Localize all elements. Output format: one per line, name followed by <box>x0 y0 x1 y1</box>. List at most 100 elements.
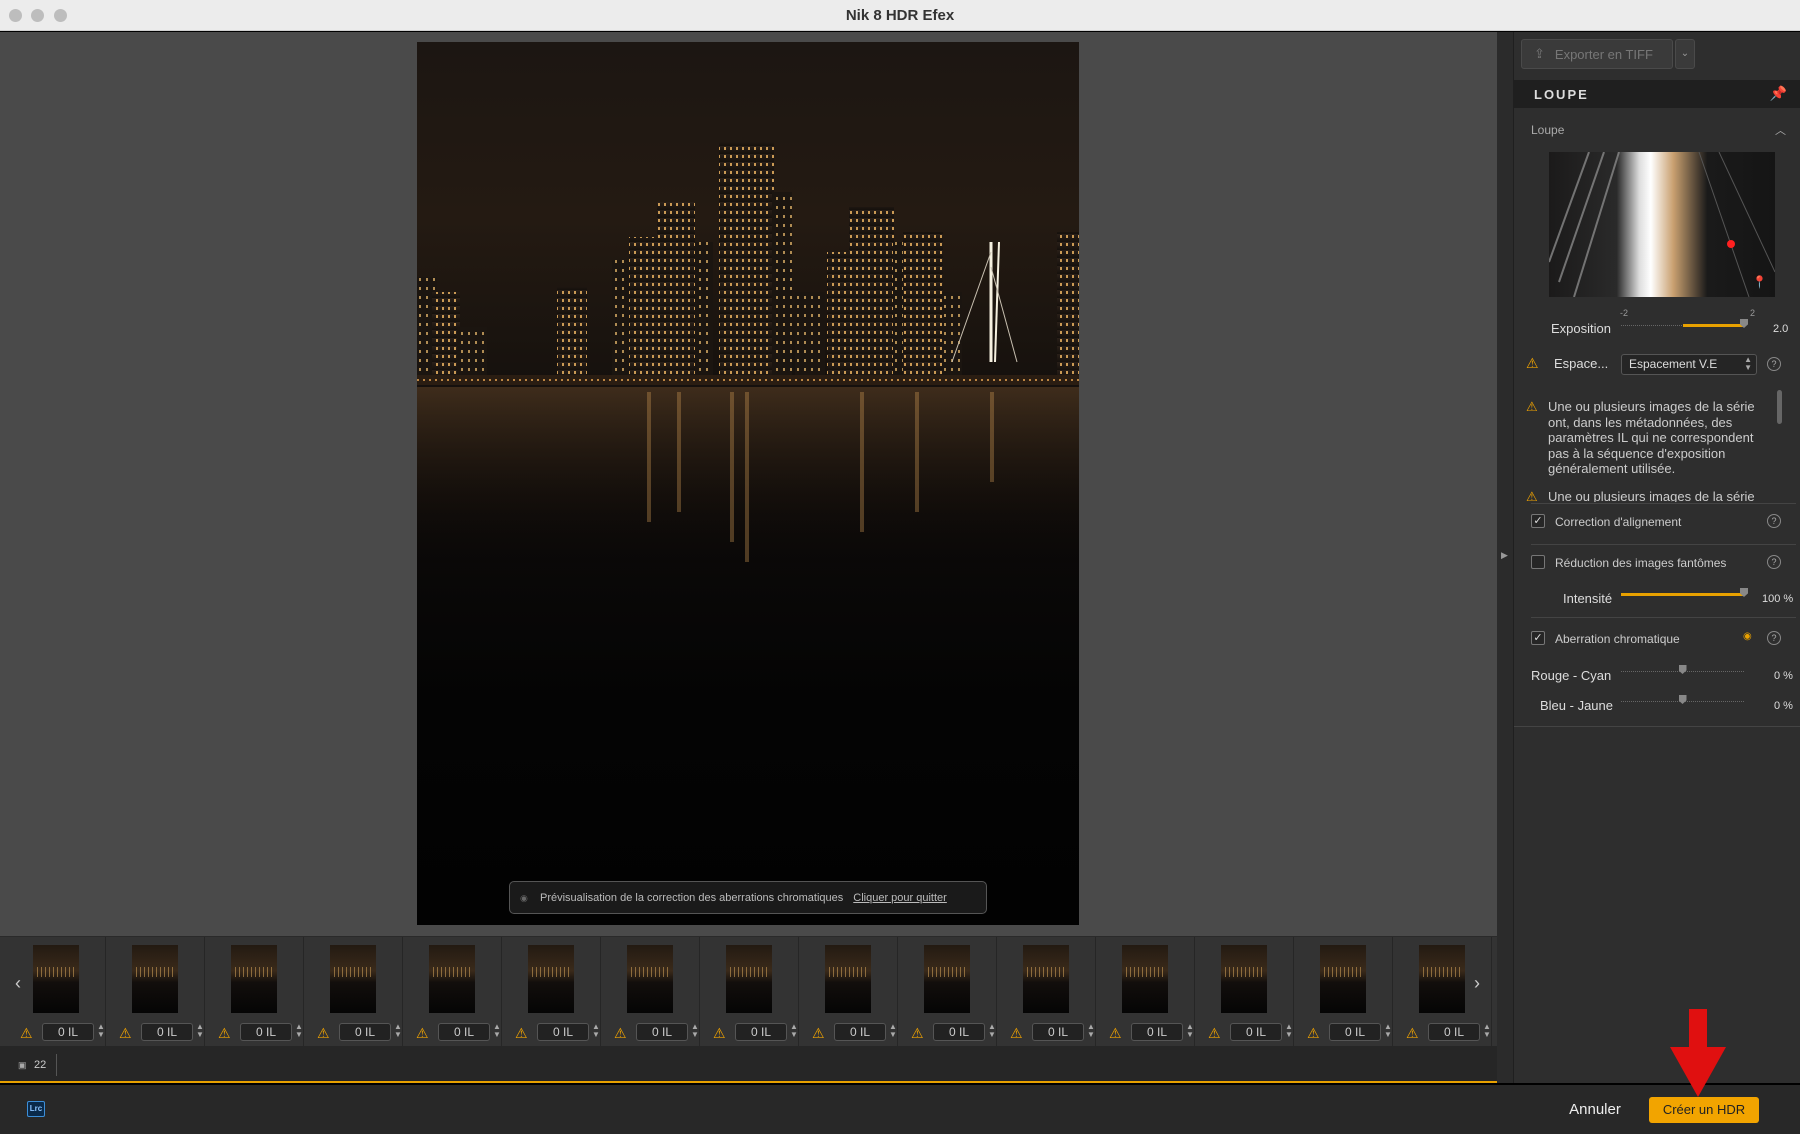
stepper-arrows-icon[interactable]: ▲ ▼ <box>1384 1023 1392 1039</box>
stepper-arrows-icon[interactable]: ▲ ▼ <box>196 1023 204 1039</box>
stepper-arrows-icon[interactable]: ▲ ▼ <box>493 1023 501 1039</box>
frame-thumbnail[interactable] <box>330 945 376 1013</box>
frame-thumbnail[interactable] <box>1419 945 1465 1013</box>
stepper-arrows-icon[interactable]: ▲ ▼ <box>1285 1023 1293 1039</box>
help-icon[interactable]: ? <box>1767 357 1781 371</box>
exposure-value-field[interactable]: 0 IL <box>339 1023 391 1041</box>
divider <box>1531 503 1796 504</box>
frame-thumbnail[interactable] <box>1221 945 1267 1013</box>
filmstrip-frame[interactable]: ⚠ 0 IL ▲ ▼ <box>305 937 403 1047</box>
loupe-subheading: Loupe <box>1531 123 1565 137</box>
exit-preview-link[interactable]: Cliquer pour quitter <box>853 892 947 904</box>
section-title: LOUPE <box>1534 87 1589 102</box>
exposure-value-field[interactable]: 0 IL <box>141 1023 193 1041</box>
intensity-slider[interactable] <box>1621 585 1748 599</box>
filmstrip-frame[interactable]: ⚠ 0 IL ▲ ▼ <box>1196 937 1294 1047</box>
frame-thumbnail[interactable] <box>924 945 970 1013</box>
stepper-arrows-icon[interactable]: ▲ ▼ <box>394 1023 402 1039</box>
frame-thumbnail[interactable] <box>429 945 475 1013</box>
exposure-value-field[interactable]: 0 IL <box>1428 1023 1480 1041</box>
warning-message: Une ou plusieurs images de la série <box>1548 489 1755 502</box>
stepper-arrows-icon[interactable]: ▲ ▼ <box>592 1023 600 1039</box>
cancel-button[interactable]: Annuler <box>1560 1099 1630 1121</box>
loupe-pin-icon[interactable]: 📍 <box>1752 275 1767 289</box>
help-icon[interactable]: ? <box>1767 631 1781 645</box>
stepper-arrows-icon[interactable]: ▲ ▼ <box>1186 1023 1194 1039</box>
filmstrip-frame[interactable]: ⚠ 0 IL ▲ ▼ <box>503 937 601 1047</box>
frame-thumbnail[interactable] <box>1023 945 1069 1013</box>
filmstrip-frame[interactable]: ⚠ 0 IL ▲ ▼ <box>899 937 997 1047</box>
export-tiff-button[interactable]: ⇪ Exporter en TIFF <box>1521 39 1673 69</box>
stepper-arrows-icon[interactable]: ▲ ▼ <box>889 1023 897 1039</box>
loupe-section-header[interactable]: LOUPE 📌 <box>1514 80 1800 108</box>
filmstrip-frame[interactable]: ⚠ 0 IL ▲ ▼ <box>602 937 700 1047</box>
exposure-value-field[interactable]: 0 IL <box>636 1023 688 1041</box>
export-label: Exporter en TIFF <box>1554 46 1653 62</box>
frame-thumbnail[interactable] <box>528 945 574 1013</box>
pin-icon[interactable]: 📌 <box>1770 85 1787 102</box>
frame-thumbnail[interactable] <box>825 945 871 1013</box>
frame-thumbnail[interactable] <box>231 945 277 1013</box>
create-hdr-button[interactable]: Créer un HDR <box>1649 1097 1759 1123</box>
filmstrip-frame[interactable]: ⚠ 0 IL ▲ ▼ <box>404 937 502 1047</box>
stepper-arrows-icon[interactable]: ▲ ▼ <box>691 1023 699 1039</box>
exposure-value-field[interactable]: 0 IL <box>1329 1023 1381 1041</box>
frame-thumbnail[interactable] <box>33 945 79 1013</box>
loupe-view[interactable]: 📍 <box>1549 152 1775 297</box>
divider <box>1531 544 1796 545</box>
filmstrip-frame[interactable]: ⚠ 0 IL ▲ ▼ <box>107 937 205 1047</box>
filmstrip-frame[interactable]: ⚠ 0 IL ▲ ▼ <box>701 937 799 1047</box>
intensity-label: Intensité <box>1563 591 1613 606</box>
exposure-value-field[interactable]: 0 IL <box>1131 1023 1183 1041</box>
frame-thumbnail[interactable] <box>627 945 673 1013</box>
stepper-arrows-icon[interactable]: ▲ ▼ <box>1087 1023 1095 1039</box>
filmstrip-frame[interactable]: ⚠ 0 IL ▲ ▼ <box>8 937 106 1047</box>
help-icon[interactable]: ? <box>1767 555 1781 569</box>
frame-thumbnail[interactable] <box>1122 945 1168 1013</box>
frame-thumbnail[interactable] <box>726 945 772 1013</box>
export-dropdown-chevron-icon[interactable]: ⌄ <box>1675 39 1695 69</box>
exposure-value-field[interactable]: 0 IL <box>735 1023 787 1041</box>
expand-right-icon[interactable]: ▶ <box>1501 550 1508 561</box>
filmstrip-frame[interactable]: ⚠ 0 IL ▲ ▼ <box>1295 937 1393 1047</box>
frame-thumbnail[interactable] <box>1320 945 1366 1013</box>
stepper-arrows-icon[interactable]: ▲ ▼ <box>1483 1023 1491 1039</box>
eye-icon[interactable]: ◉ <box>1743 631 1752 642</box>
exposure-slider[interactable] <box>1621 316 1748 330</box>
exposure-value-field[interactable]: 0 IL <box>537 1023 589 1041</box>
spacing-select[interactable]: Espacement V.E ▲ ▼ <box>1621 354 1757 375</box>
blue-yellow-slider[interactable] <box>1621 692 1744 706</box>
frame-thumbnail[interactable] <box>132 945 178 1013</box>
exposure-value-field[interactable]: 0 IL <box>42 1023 94 1041</box>
panel-collapse-strip[interactable]: ▶ <box>1497 32 1513 1083</box>
collapse-chevron-up-icon[interactable]: ︿ <box>1775 122 1786 138</box>
filmstrip-next-chevron-icon[interactable]: › <box>1467 973 1487 1001</box>
filmstrip-frame[interactable]: ⚠ 0 IL ▲ ▼ <box>206 937 304 1047</box>
preview-image[interactable]: ◉ Prévisualisation de la correction des … <box>417 42 1079 925</box>
stepper-arrows-icon[interactable]: ▲ ▼ <box>97 1023 105 1039</box>
filmstrip-frame[interactable]: ⚠ 0 IL ▲ ▼ <box>1097 937 1195 1047</box>
help-icon[interactable]: ? <box>1767 514 1781 528</box>
chromatic-aberration-checkbox[interactable]: ✓ <box>1531 631 1545 645</box>
exposure-value-field[interactable]: 0 IL <box>1032 1023 1084 1041</box>
filmstrip-frame[interactable]: ⚠ 0 IL ▲ ▼ <box>800 937 898 1047</box>
exposure-value-field[interactable]: 0 IL <box>438 1023 490 1041</box>
warning-icon: ⚠ <box>416 1025 429 1041</box>
stepper-arrows-icon[interactable]: ▲ ▼ <box>988 1023 996 1039</box>
exposure-value-field[interactable]: 0 IL <box>240 1023 292 1041</box>
exposure-value-field[interactable]: 0 IL <box>933 1023 985 1041</box>
ghost-reduction-checkbox[interactable] <box>1531 555 1545 569</box>
warning-icon: ⚠ <box>1010 1025 1023 1041</box>
exposure-value-field[interactable]: 0 IL <box>1230 1023 1282 1041</box>
red-cyan-slider[interactable] <box>1621 662 1744 676</box>
alignment-checkbox[interactable]: ✓ <box>1531 514 1545 528</box>
warning-icon: ⚠ <box>218 1025 231 1041</box>
warning-scrollbar[interactable] <box>1777 390 1782 424</box>
city-night-photo <box>417 142 1079 587</box>
exposure-value-field[interactable]: 0 IL <box>834 1023 886 1041</box>
filmstrip-info-bar: ▣ 22 <box>0 1046 1497 1083</box>
filmstrip-frame[interactable]: ⚠ 0 IL ▲ ▼ <box>998 937 1096 1047</box>
stepper-arrows-icon[interactable]: ▲ ▼ <box>790 1023 798 1039</box>
warning-icon: ⚠ <box>1406 1025 1419 1041</box>
stepper-arrows-icon[interactable]: ▲ ▼ <box>295 1023 303 1039</box>
